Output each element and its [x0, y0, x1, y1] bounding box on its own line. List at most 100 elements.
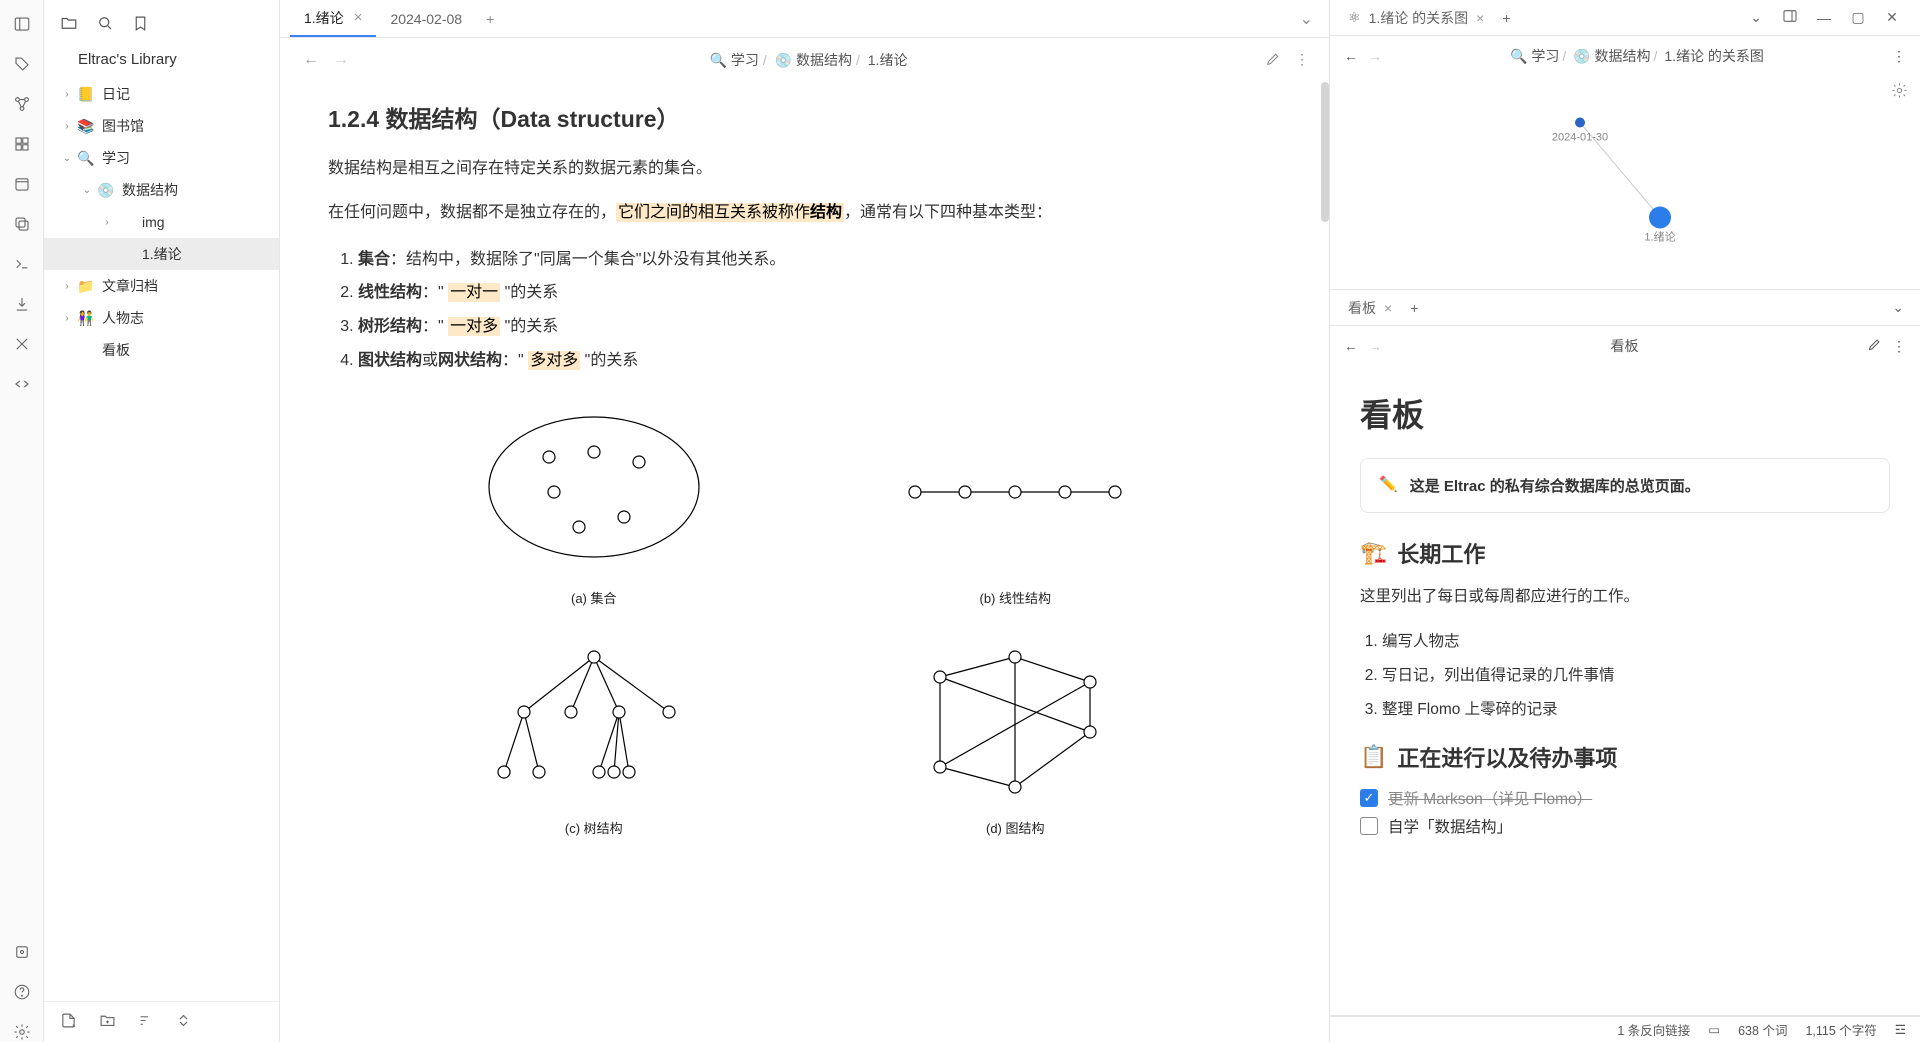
window-maximize-icon[interactable]: ▢: [1846, 9, 1870, 26]
paragraph: 在任何问题中，数据都不是独立存在的，它们之间的相互关系被称作结构，通常有以下四种…: [328, 198, 1281, 228]
todo-item[interactable]: ✓ 更新 Markson（详见 Flomo）: [1360, 787, 1890, 809]
sidebar-toggle-icon[interactable]: [1778, 8, 1802, 27]
structure-list: 集合：结构中，数据除了"同属一个集合"以外没有其他关系。 线性结构：" 一对一 …: [348, 243, 1281, 377]
sort-icon[interactable]: [138, 1012, 153, 1032]
svg-text:2024-01-30: 2024-01-30: [1552, 132, 1608, 144]
task-list: 编写人物志 写日记，列出值得记录的几件事情 整理 Flomo 上零碎的记录: [1382, 625, 1890, 727]
grid-icon[interactable]: [12, 134, 32, 154]
kanban-pane: 看板 × + ⌄ ← → 看板 ⋮ 看板 ✏️ 这是 Eltrac 的私有综合数…: [1330, 290, 1920, 1016]
breadcrumb-bar: ← → 🔍 学习/ 💿 数据结构/ 1.绪论 ⋮: [280, 38, 1329, 82]
pane-tab-dropdown[interactable]: ⌄: [1742, 9, 1770, 26]
editor-content[interactable]: 1.2.4 数据结构（Data structure） 数据结构是相互之间存在特定…: [280, 82, 1329, 1042]
nav-forward-icon[interactable]: →: [1368, 338, 1382, 354]
nav-forward-icon[interactable]: →: [1368, 48, 1382, 64]
crumb-current[interactable]: 1.绪论: [868, 52, 908, 68]
chevron-icon[interactable]: ›: [60, 89, 74, 100]
download-icon[interactable]: [12, 294, 32, 314]
window-close-icon[interactable]: ✕: [1880, 9, 1904, 26]
crumb-ds[interactable]: 💿 数据结构: [775, 52, 852, 68]
code-icon[interactable]: [12, 374, 32, 394]
tree-item[interactable]: ›📁文章归档: [44, 270, 279, 302]
calendar-icon[interactable]: [12, 174, 32, 194]
nav-forward-icon[interactable]: →: [330, 51, 352, 69]
tree-item[interactable]: 看板: [44, 334, 279, 366]
chevron-icon[interactable]: ⌄: [60, 153, 74, 164]
status-bar: 1 条反向链接 ▭ 638 个词 1,115 个字符 ☲: [1330, 1016, 1920, 1042]
more-menu-icon[interactable]: ⋮: [1892, 338, 1906, 355]
tab-date[interactable]: 2024-02-08: [376, 0, 476, 37]
tree-item[interactable]: ›📒日记: [44, 78, 279, 110]
graph-view[interactable]: 2024-01-30 1.绪论: [1330, 76, 1920, 289]
chevron-icon[interactable]: ›: [100, 217, 114, 228]
settings-icon[interactable]: [12, 1022, 32, 1042]
close-icon[interactable]: ×: [1384, 300, 1392, 316]
scrollbar[interactable]: [1321, 82, 1329, 222]
bookmark-icon[interactable]: [132, 15, 149, 35]
panel-left-icon[interactable]: [12, 14, 32, 34]
tree-item[interactable]: ›img: [44, 206, 279, 238]
diagram-tree: (c) 树结构: [408, 637, 780, 837]
new-pane-tab[interactable]: +: [1402, 300, 1426, 316]
terminal-icon[interactable]: [12, 254, 32, 274]
new-pane-tab[interactable]: +: [1494, 10, 1518, 26]
kanban-tab[interactable]: 看板 ×: [1338, 290, 1402, 325]
todo-item[interactable]: 自学「数据结构」: [1360, 815, 1890, 837]
tree-item-label: 看板: [102, 340, 130, 360]
cross-tools-icon[interactable]: [12, 334, 32, 354]
collapse-icon[interactable]: [175, 1012, 192, 1032]
new-folder-icon[interactable]: [99, 1012, 116, 1032]
vault-icon[interactable]: [12, 942, 32, 962]
copy-icon[interactable]: [12, 214, 32, 234]
tree-item-label: 1.绪论: [142, 244, 182, 264]
kanban-h2-todo: 📋正在进行以及待办事项: [1360, 741, 1890, 773]
pencil-icon: ✏️: [1379, 475, 1398, 493]
pane-tab-dropdown[interactable]: ⌄: [1884, 299, 1912, 316]
paragraph: 数据结构是相互之间存在特定关系的数据元素的集合。: [328, 154, 1281, 184]
tree-item[interactable]: 1.绪论: [44, 238, 279, 270]
tab-xulun[interactable]: 1.绪论 ×: [290, 0, 376, 37]
chevron-icon[interactable]: ›: [60, 121, 74, 132]
tab-title: 1.绪论: [304, 8, 344, 28]
status-backlinks[interactable]: 1 条反向链接: [1617, 1020, 1690, 1039]
nav-back-icon[interactable]: ←: [1344, 48, 1358, 64]
checkbox-checked-icon[interactable]: ✓: [1360, 789, 1378, 807]
nav-back-icon[interactable]: ←: [300, 51, 322, 69]
more-menu-icon[interactable]: ⋮: [1295, 51, 1309, 70]
checkbox-icon[interactable]: [1360, 817, 1378, 835]
new-tab-button[interactable]: +: [476, 11, 504, 27]
files-icon[interactable]: [60, 14, 78, 35]
chevron-icon[interactable]: ›: [60, 281, 74, 292]
tree-item[interactable]: ›👫人物志: [44, 302, 279, 334]
tree-item[interactable]: ⌄🔍学习: [44, 142, 279, 174]
graph-pane: ⚛ 1.绪论 的关系图 × + ⌄ ― ▢ ✕ ← → 🔍 学习/: [1330, 0, 1920, 290]
close-icon[interactable]: ×: [1476, 10, 1484, 26]
nav-back-icon[interactable]: ←: [1344, 338, 1358, 354]
tag-icon[interactable]: [12, 54, 32, 74]
chevron-icon[interactable]: ›: [60, 313, 74, 324]
status-chars[interactable]: 1,115 个字符: [1805, 1020, 1876, 1039]
close-icon[interactable]: ×: [354, 9, 363, 26]
graph-icon[interactable]: [12, 94, 32, 114]
status-words[interactable]: 638 个词: [1738, 1020, 1787, 1039]
window-minimize-icon[interactable]: ―: [1812, 10, 1836, 26]
tree-item[interactable]: ›📚 图书馆: [44, 110, 279, 142]
crumb-study[interactable]: 🔍 学习: [710, 52, 759, 68]
tree-item-label: 图书馆: [102, 116, 144, 136]
callout: ✏️ 这是 Eltrac 的私有综合数据库的总览页面。: [1360, 458, 1890, 513]
graph-settings-icon[interactable]: [1891, 82, 1908, 102]
new-note-icon[interactable]: [60, 1012, 77, 1032]
tree-item[interactable]: ⌄💿数据结构: [44, 174, 279, 206]
tree-item-icon: 📚: [76, 118, 96, 135]
tab-dropdown-icon[interactable]: ⌄: [1290, 9, 1323, 29]
search-icon[interactable]: [96, 14, 114, 35]
more-menu-icon[interactable]: ⋮: [1892, 48, 1906, 65]
tree-item-icon: 💿: [96, 182, 116, 199]
tree-item-label: 日记: [102, 84, 130, 104]
edit-mode-icon[interactable]: [1867, 337, 1882, 355]
chevron-icon[interactable]: ⌄: [80, 185, 94, 196]
edit-mode-icon[interactable]: [1265, 51, 1281, 70]
graph-tab[interactable]: ⚛ 1.绪论 的关系图 ×: [1338, 0, 1494, 35]
sync-icon[interactable]: ☲: [1895, 1022, 1906, 1037]
kanban-content[interactable]: 看板 ✏️ 这是 Eltrac 的私有综合数据库的总览页面。 🏗️长期工作 这里…: [1330, 366, 1920, 1015]
help-icon[interactable]: [12, 982, 32, 1002]
